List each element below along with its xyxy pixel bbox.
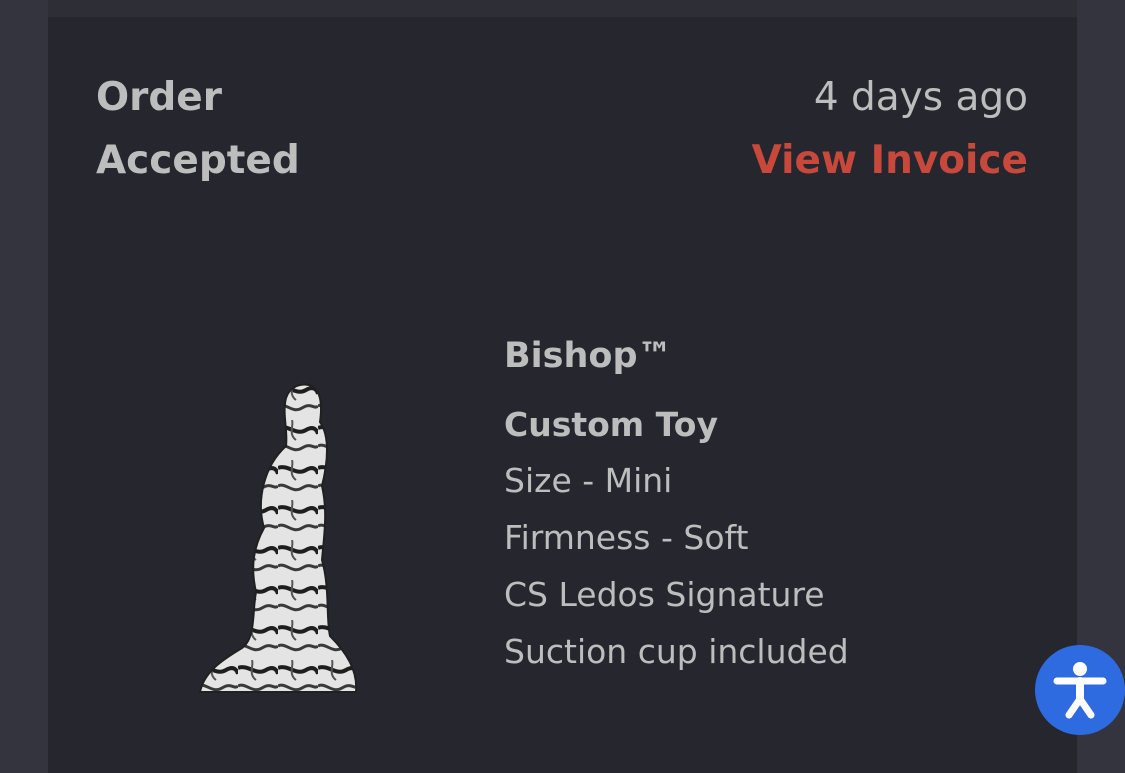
product-option-suction-cup: Suction cup included bbox=[504, 632, 849, 671]
product-option-firmness: Firmness - Soft bbox=[504, 518, 749, 557]
order-status-line2: Accepted bbox=[96, 138, 300, 183]
product-option-signature: CS Ledos Signature bbox=[504, 575, 825, 614]
accessibility-icon bbox=[1053, 662, 1107, 719]
product-photo bbox=[198, 383, 358, 693]
order-status-line1: Order bbox=[96, 75, 222, 120]
product-name: Bishop™ bbox=[504, 336, 673, 376]
product-image bbox=[198, 380, 358, 696]
product-type: Custom Toy bbox=[504, 405, 718, 444]
order-status: Order Accepted bbox=[96, 66, 396, 192]
order-timestamp: 4 days ago bbox=[813, 75, 1028, 120]
card-divider bbox=[48, 0, 1077, 17]
order-card: Order Accepted 4 days ago View Invoice B… bbox=[48, 0, 1077, 773]
view-invoice-link[interactable]: View Invoice bbox=[752, 129, 1028, 192]
product-option-size: Size - Mini bbox=[504, 461, 673, 500]
order-meta: 4 days ago View Invoice bbox=[752, 66, 1028, 192]
accessibility-button[interactable] bbox=[1035, 645, 1125, 735]
product-details: Bishop™ Custom Toy Size - Mini Firmness … bbox=[504, 328, 849, 680]
